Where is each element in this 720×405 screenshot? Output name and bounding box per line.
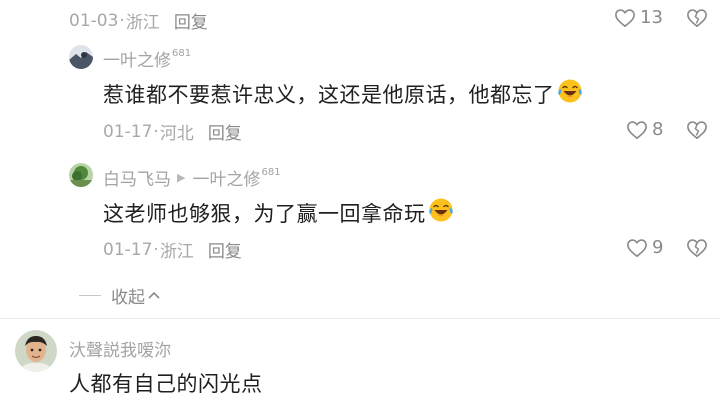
dislike-button[interactable] [686, 120, 708, 140]
like-button[interactable]: 13 [614, 7, 663, 28]
reply-button[interactable]: 回复 [208, 237, 242, 262]
like-count: 9 [652, 237, 664, 258]
reply-arrow-icon: ▶ [177, 171, 186, 184]
reply-username[interactable]: 一叶之修 681 [103, 46, 191, 71]
comment-location: 浙江 [159, 242, 194, 262]
reply-text: 这老师也够狠，为了赢一回拿命玩 [103, 197, 454, 228]
like-count: 8 [652, 119, 664, 140]
comment-text-content: 人都有自己的闪光点 [69, 372, 263, 396]
like-button[interactable]: 9 [626, 237, 663, 258]
separator: · [119, 10, 125, 31]
laughing-crying-emoji-icon [557, 78, 583, 109]
reply-text-content: 惹谁都不要惹许忠义，这还是他原话，他都忘了 [103, 82, 555, 107]
like-count: 13 [640, 7, 663, 28]
reply-meta: 01-17 · 浙江 回复 [103, 237, 242, 263]
reply-text: 惹谁都不要惹许忠义，这还是他原话，他都忘了 [103, 78, 583, 109]
avatar[interactable] [69, 45, 93, 69]
comment-date: 01-03 [69, 10, 119, 31]
separator: · [153, 239, 159, 260]
reply-to-username[interactable]: 一叶之修 [192, 165, 260, 190]
broken-heart-icon [686, 8, 708, 28]
username-text: 一叶之修 [103, 51, 171, 71]
top-comment-meta: 01-03 · 浙江 回复 [69, 8, 208, 34]
reply-button[interactable]: 回复 [208, 119, 242, 144]
comment-date: 01-17 [103, 239, 153, 260]
broken-heart-icon [686, 238, 708, 258]
heart-icon [626, 238, 648, 258]
comment-text: 人都有自己的闪光点 [69, 368, 263, 398]
like-button[interactable]: 8 [626, 119, 663, 140]
reply-meta: 01-17 · 河北 回复 [103, 119, 242, 145]
comment-date: 01-17 [103, 121, 153, 142]
comment-username[interactable]: 汏聲説我嗳沵 [69, 336, 171, 361]
heart-icon [626, 120, 648, 140]
comment-location: 浙江 [125, 13, 160, 33]
dislike-button[interactable] [686, 8, 708, 28]
laughing-crying-emoji-icon [428, 197, 454, 228]
user-badge: 681 [261, 167, 281, 178]
username-text: 汏聲説我嗳沵 [69, 341, 171, 361]
reply-text-content: 这老师也够狠，为了赢一回拿命玩 [103, 201, 426, 226]
divider [0, 318, 720, 319]
collapse-label: 收起 [111, 288, 145, 308]
user-badge: 681 [172, 48, 192, 59]
comment-thread: 01-03 · 浙江 回复 13 一叶之修 681 惹谁都不要惹许忠义，这还是他… [0, 0, 720, 405]
separator: · [153, 121, 159, 142]
heart-icon [614, 8, 636, 28]
avatar[interactable] [15, 330, 57, 372]
chevron-up-icon [148, 288, 160, 303]
dislike-button[interactable] [686, 238, 708, 258]
reply-button[interactable]: 回复 [174, 8, 208, 33]
username-text: 白马飞马 [103, 170, 171, 190]
reply-username[interactable]: 白马飞马 ▶ 一叶之修 681 [103, 165, 281, 190]
comment-location: 河北 [159, 124, 194, 144]
collapse-divider [79, 295, 101, 296]
avatar[interactable] [69, 163, 93, 187]
collapse-replies-button[interactable]: 收起 [79, 283, 160, 308]
broken-heart-icon [686, 120, 708, 140]
